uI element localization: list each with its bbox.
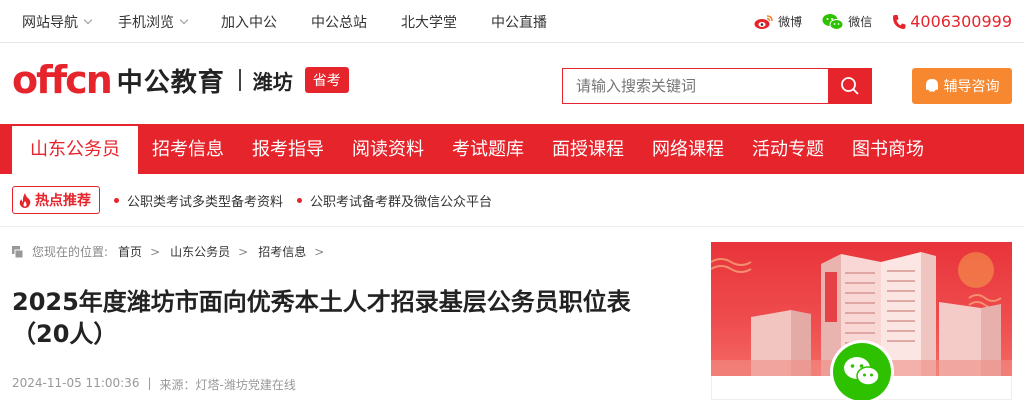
top-nav-label: 中公总站	[311, 14, 367, 31]
wechat-float-button[interactable]	[833, 343, 891, 400]
exam-type-badge: 省考	[304, 67, 349, 93]
top-nav-label: 网站导航	[22, 14, 78, 31]
weibo-icon	[754, 14, 773, 29]
home-icon	[12, 245, 24, 258]
breadcrumb-home[interactable]: 首页	[118, 243, 142, 260]
search-bar	[562, 68, 872, 104]
main-nav: 山东公务员 招考信息 报考指导 阅读资料 考试题库 面授课程 网络课程 活动专题…	[0, 124, 1024, 174]
chevron-down-icon	[83, 15, 93, 24]
article-source: 来源：灯塔-潍坊党建在线	[159, 378, 296, 392]
top-nav-label: 中公直播	[491, 14, 547, 31]
top-right: 微博 微信 4006300999	[754, 0, 1012, 43]
wechat-label: 微信	[848, 15, 873, 29]
nav-item-events[interactable]: 活动专题	[752, 124, 824, 174]
logo-brand-name: 中公教育	[116, 67, 225, 98]
breadcrumb-separator: >	[238, 244, 249, 259]
breadcrumb: 您现在的位置: 首页 > 山东公务员 > 招考信息 >	[12, 243, 324, 260]
top-nav-site-map[interactable]: 网站导航	[22, 12, 93, 32]
hot-link[interactable]: 公职类考试多类型备考资料	[114, 191, 283, 210]
breadcrumb-separator: >	[150, 244, 161, 259]
publish-date: 2024-11-05 11:00:36	[12, 376, 140, 390]
weibo-label: 微博	[778, 15, 803, 29]
top-nav: 网站导航 手机浏览 加入中公 中公总站 北大学堂 中公直播	[22, 0, 581, 43]
chevron-down-icon	[179, 15, 189, 24]
hot-link-text: 公职考试备考群及微信公众平台	[310, 194, 493, 210]
top-bar: 网站导航 手机浏览 加入中公 中公总站 北大学堂 中公直播 微博 微信 4006…	[0, 0, 1024, 43]
nav-item-recruitment-info[interactable]: 招考信息	[152, 124, 224, 174]
nav-item-question-bank[interactable]: 考试题库	[452, 124, 524, 174]
phone-icon	[893, 14, 906, 29]
hot-tag: 热点推荐	[12, 186, 100, 214]
nav-item-bookstore[interactable]: 图书商场	[852, 124, 924, 174]
weibo-link[interactable]: 微博	[754, 13, 802, 30]
site-logo[interactable]: offcn 中公教育 潍坊 省考	[12, 55, 349, 105]
nav-item-shandong-civil-servant[interactable]: 山东公务员	[12, 126, 138, 174]
meta-divider: |	[147, 376, 152, 390]
article-meta: 2024-11-05 11:00:36 | 来源：灯塔-潍坊党建在线	[12, 376, 296, 393]
search-icon	[841, 77, 859, 95]
wechat-link[interactable]: 微信	[822, 13, 872, 31]
hot-tag-label: 热点推荐	[35, 193, 91, 209]
top-nav-join[interactable]: 加入中公	[221, 12, 277, 32]
consult-label: 辅导咨询	[943, 79, 1000, 95]
nav-item-exam-guide[interactable]: 报考指导	[252, 124, 324, 174]
article-title: 2025年度潍坊市面向优秀本土人才招录基层公务员职位表（20人）	[12, 288, 631, 348]
hot-recommendations: 热点推荐 公职类考试多类型备考资料 公职考试备考群及微信公众平台	[12, 185, 492, 215]
top-nav-label: 北大学堂	[401, 14, 457, 31]
nav-item-classroom-courses[interactable]: 面授课程	[552, 124, 624, 174]
wechat-icon	[844, 357, 880, 386]
city-name: 潍坊	[252, 69, 293, 94]
breadcrumb-prefix: 您现在的位置:	[32, 245, 109, 259]
chat-bubble-icon	[925, 79, 938, 92]
hot-link[interactable]: 公职考试备考群及微信公众平台	[297, 191, 492, 210]
top-nav-mobile[interactable]: 手机浏览	[118, 12, 189, 32]
top-nav-label: 加入中公	[221, 14, 277, 31]
search-input[interactable]	[562, 68, 828, 104]
wechat-icon	[822, 13, 844, 30]
top-nav-headquarters[interactable]: 中公总站	[311, 12, 367, 32]
breadcrumb-recruitment[interactable]: 招考信息	[258, 243, 306, 260]
logo-offcn-wordmark: offcn	[12, 58, 113, 102]
nav-item-online-courses[interactable]: 网络课程	[652, 124, 724, 174]
top-nav-pku[interactable]: 北大学堂	[401, 12, 457, 32]
hotline-phone[interactable]: 4006300999	[892, 12, 1012, 31]
breadcrumb-separator: >	[314, 244, 325, 259]
flame-icon	[19, 192, 31, 208]
search-button[interactable]	[828, 68, 872, 104]
divider	[0, 226, 1024, 227]
top-nav-live[interactable]: 中公直播	[491, 12, 547, 32]
breadcrumb-shandong[interactable]: 山东公务员	[170, 243, 230, 260]
consult-button[interactable]: 辅导咨询	[912, 68, 1012, 104]
top-nav-label: 手机浏览	[118, 14, 174, 31]
bullet-dot	[297, 197, 303, 203]
logo-divider	[238, 69, 241, 91]
hotline-number: 4006300999	[910, 12, 1012, 31]
bullet-dot	[114, 197, 119, 203]
hot-link-text: 公职类考试多类型备考资料	[127, 194, 284, 210]
nav-item-reading-materials[interactable]: 阅读资料	[352, 124, 424, 174]
